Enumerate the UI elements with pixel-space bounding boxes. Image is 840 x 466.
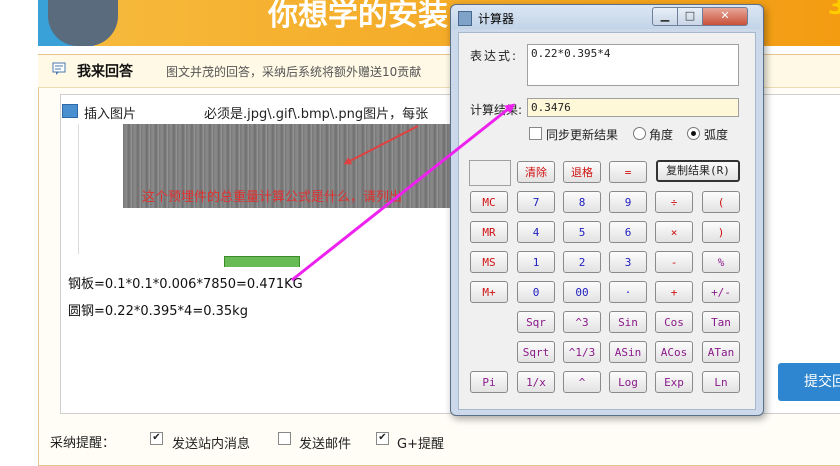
expression-input[interactable]: 0.22*0.395*4 [527,44,739,86]
result-display[interactable]: 0.3476 [527,98,739,117]
sqrt-button[interactable]: Sqrt [517,341,555,363]
mplus-button[interactable]: M+ [470,281,508,303]
comment-icon [52,62,66,76]
site-message-label[interactable]: 发送站内消息 [172,433,250,452]
green-button[interactable] [224,256,300,267]
six-button[interactable]: 6 [609,221,647,243]
copy-result-button[interactable]: 复制结果(R) [656,160,740,182]
left-paren-button[interactable]: ( [702,191,740,213]
editor-divider [78,124,79,254]
banner-badge: 3.9 [828,0,840,20]
radian-label[interactable]: 弧度 [704,126,728,143]
site-message-checkbox[interactable]: ✔ [150,432,163,445]
clear-button[interactable]: 清除 [517,161,555,183]
degree-label[interactable]: 角度 [649,126,673,143]
five-button[interactable]: 5 [563,221,601,243]
exp-button[interactable]: Exp [655,371,693,393]
eight-button[interactable]: 8 [563,191,601,213]
two-button[interactable]: 2 [563,251,601,273]
answer-hint: 图文并茂的回答，采纳后系统将额外赠送10贡献 [166,65,422,79]
submit-answer-button[interactable]: 提交回 [778,363,840,401]
mr-button[interactable]: MR [470,221,508,243]
insert-image-button[interactable]: 插入图片 [84,103,136,122]
image-rule-text: 必须是.jpg\.gif\.bmp\.png图片，每张 [204,107,429,122]
decimal-button[interactable]: · [609,281,647,303]
sin-button[interactable]: Sin [609,311,647,333]
equals-button[interactable]: = [609,161,647,183]
gplus-label[interactable]: G+提醒 [397,433,444,452]
percent-button[interactable]: % [702,251,740,273]
minimize-button[interactable]: ▁ [652,7,678,26]
answer-line: 钢板=0.1*0.1*0.006*7850=0.471KG [68,277,303,292]
right-paren-button[interactable]: ) [702,221,740,243]
backspace-button[interactable]: 退格 [563,161,601,183]
accept-reminder-label: 采纳提醒： [50,436,116,451]
sign-button[interactable]: +/- [702,281,740,303]
asin-button[interactable]: ASin [609,341,647,363]
mc-button[interactable]: MC [470,191,508,213]
sync-update-label[interactable]: 同步更新结果 [546,126,618,143]
atan-button[interactable]: ATan [702,341,740,363]
cos-button[interactable]: Cos [655,311,693,333]
answer-line: 圆钢=0.22*0.395*4=0.35kg [68,304,248,319]
answer-title: 我来回答 [77,64,133,80]
maximize-button[interactable]: □ [677,7,703,26]
result-label: 计算结果: [470,103,523,117]
cube-button[interactable]: ^3 [563,311,601,333]
email-checkbox[interactable] [278,432,291,445]
zero-button[interactable]: 0 [517,281,555,303]
calculator-icon [458,11,472,26]
email-label[interactable]: 发送邮件 [299,433,351,452]
cube-root-button[interactable]: ^1/3 [563,341,601,363]
multiply-button[interactable]: × [655,221,693,243]
three-button[interactable]: 3 [609,251,647,273]
acos-button[interactable]: ACos [655,341,693,363]
pi-button[interactable]: Pi [470,371,508,393]
degree-radio[interactable] [633,127,646,140]
ln-button[interactable]: Ln [702,371,740,393]
calculator-title: 计算器 [478,12,515,26]
gplus-checkbox[interactable]: ✔ [376,432,389,445]
ms-button[interactable]: MS [470,251,508,273]
seven-button[interactable]: 7 [517,191,555,213]
radian-radio[interactable] [687,127,700,140]
tan-button[interactable]: Tan [702,311,740,333]
expression-label: 表达式: [470,49,519,63]
minus-button[interactable]: - [655,251,693,273]
one-button[interactable]: 1 [517,251,555,273]
photo-caption: 这个预埋件的总重量计算公式是什么，请列出 [142,190,403,205]
memory-indicator [469,160,511,186]
nine-button[interactable]: 9 [609,191,647,213]
log-button[interactable]: Log [609,371,647,393]
plus-button[interactable]: + [655,281,693,303]
reciprocal-button[interactable]: 1/x [517,371,555,393]
banner-headline: 你想学的安装 [268,0,448,33]
double-zero-button[interactable]: 00 [563,281,601,303]
sync-update-checkbox[interactable] [529,127,542,140]
image-icon[interactable] [62,104,78,118]
four-button[interactable]: 4 [517,221,555,243]
divide-button[interactable]: ÷ [655,191,693,213]
sqr-button[interactable]: Sqr [517,311,555,333]
power-button[interactable]: ^ [563,371,601,393]
close-button[interactable]: ✕ [702,7,748,26]
